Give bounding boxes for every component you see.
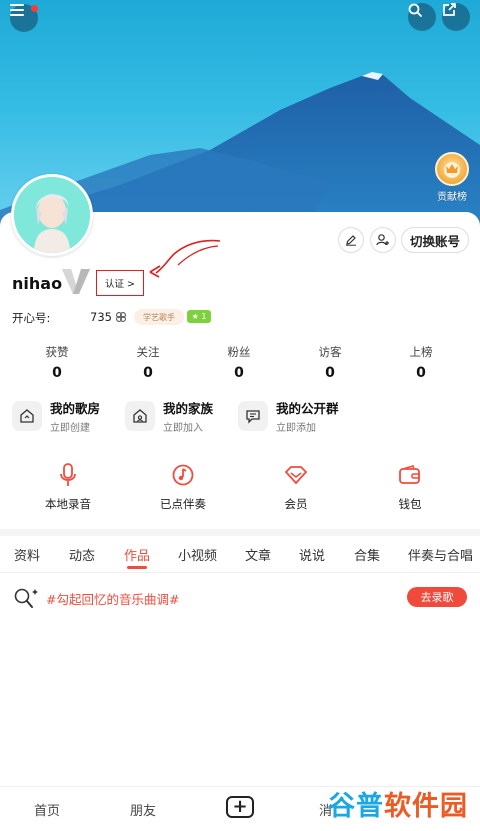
vip-level-badge[interactable]: ★ 1 — [187, 310, 211, 323]
quick-label: 会员 — [284, 497, 308, 511]
wallet-button[interactable]: 钱包 — [370, 462, 450, 512]
tab-articles[interactable]: 文章 — [245, 545, 271, 564]
diamond-icon — [256, 462, 336, 488]
stat-label: 关注 — [136, 345, 160, 359]
feature-title: 我的歌房 — [50, 401, 101, 416]
tab-accompaniment-chorus[interactable]: 伴奏与合唱 — [408, 545, 473, 564]
switch-account-button[interactable]: 切换账号 — [401, 227, 469, 253]
membership-button[interactable]: 会员 — [256, 462, 336, 512]
stat-label: 上榜 — [409, 345, 433, 359]
share-button[interactable] — [442, 3, 470, 31]
verify-button[interactable]: 认证 > — [96, 270, 144, 296]
home-icon — [12, 401, 42, 431]
my-family[interactable]: 我的家族 立即加入 — [125, 399, 214, 434]
menu-button[interactable] — [10, 4, 38, 32]
stat-value: 0 — [52, 365, 62, 381]
share-icon — [443, 3, 456, 16]
annotation-arrow — [149, 239, 221, 278]
go-record-button[interactable]: 去录歌 — [407, 587, 467, 607]
quick-label: 钱包 — [398, 497, 422, 511]
stat-label: 访客 — [318, 345, 342, 359]
nav-create-button[interactable]: + — [226, 796, 254, 818]
add-user-icon — [376, 234, 389, 246]
watermark-text-b: 软件园 — [384, 790, 468, 822]
feature-subtitle: 立即创建 — [50, 423, 90, 434]
feature-subtitle: 立即添加 — [276, 423, 316, 434]
feature-title: 我的家族 — [163, 401, 214, 416]
contribution-rank-button[interactable]: 贡献榜 — [430, 152, 474, 203]
stat-fans[interactable]: 粉丝 0 — [209, 344, 269, 381]
rank-label: 贡献榜 — [437, 192, 467, 203]
username: nihao — [12, 274, 63, 293]
stat-label: 粉丝 — [227, 345, 251, 359]
search-button[interactable] — [408, 3, 436, 31]
vip-v-icon — [62, 269, 90, 294]
notification-dot — [31, 5, 38, 12]
level-star-icon: ★ — [191, 312, 202, 321]
wallet-icon — [370, 462, 450, 488]
microphone-icon — [28, 462, 108, 488]
avatar[interactable] — [11, 174, 93, 256]
quick-label: 已点伴奏 — [160, 497, 206, 511]
active-tab-indicator — [127, 566, 147, 569]
chat-bubble-icon — [238, 401, 268, 431]
section-divider — [0, 529, 480, 536]
menu-icon — [10, 4, 24, 16]
profile-card — [0, 212, 480, 831]
nav-friends[interactable]: 朋友 — [130, 800, 156, 819]
tab-posts[interactable]: 说说 — [299, 545, 325, 564]
level-value: 1 — [201, 312, 207, 321]
add-friend-button[interactable] — [370, 227, 396, 253]
profile-page: 贡献榜 切换账号 nihao 认证 > 开心号: 735 学艺歌手 ★ 1 获赞… — [0, 0, 480, 831]
avatar-illustration — [14, 177, 90, 253]
copy-icon[interactable] — [115, 311, 127, 323]
watermark-text-a: 谷普 — [328, 790, 384, 822]
tab-works[interactable]: 作品 — [124, 545, 150, 564]
stat-label: 获赞 — [45, 345, 69, 359]
search-icon — [408, 3, 422, 17]
family-house-icon — [125, 401, 155, 431]
stat-ranking[interactable]: 上榜 0 — [391, 344, 451, 381]
stat-following[interactable]: 关注 0 — [118, 344, 178, 381]
my-song-room[interactable]: 我的歌房 立即创建 — [12, 399, 101, 434]
feature-title: 我的公开群 — [276, 401, 339, 416]
stat-value: 0 — [416, 365, 426, 381]
watermark-logo: 谷普 软件园 — [328, 778, 474, 828]
microphone-sparkle-icon — [14, 588, 38, 608]
topic-hashtag[interactable]: #勾起回忆的音乐曲调# — [46, 589, 179, 608]
tab-collections[interactable]: 合集 — [354, 545, 380, 564]
stat-value: 0 — [325, 365, 335, 381]
tab-short-video[interactable]: 小视频 — [178, 545, 217, 564]
selected-accompaniment-button[interactable]: 已点伴奏 — [143, 462, 223, 512]
local-recording-button[interactable]: 本地录音 — [28, 462, 108, 512]
crown-icon — [435, 152, 469, 186]
kaixin-id-label: 开心号: — [12, 311, 51, 325]
nav-home[interactable]: 首页 — [34, 800, 60, 819]
music-note-icon — [143, 462, 223, 488]
edit-profile-button[interactable] — [338, 227, 364, 253]
stat-likes[interactable]: 获赞 0 — [27, 344, 87, 381]
stat-visitors[interactable]: 访客 0 — [300, 344, 360, 381]
feature-subtitle: 立即加入 — [163, 423, 203, 434]
stat-value: 0 — [234, 365, 244, 381]
tab-activity[interactable]: 动态 — [69, 545, 95, 564]
singer-level-badge[interactable]: 学艺歌手 — [134, 309, 184, 325]
tab-profile-info[interactable]: 资料 — [14, 545, 40, 564]
quick-label: 本地录音 — [45, 497, 91, 511]
tab-bar-divider — [0, 572, 480, 573]
kaixin-id-value: 735 — [90, 310, 112, 324]
my-public-group[interactable]: 我的公开群 立即添加 — [238, 399, 339, 434]
stat-value: 0 — [143, 365, 153, 381]
pencil-icon — [346, 235, 356, 246]
